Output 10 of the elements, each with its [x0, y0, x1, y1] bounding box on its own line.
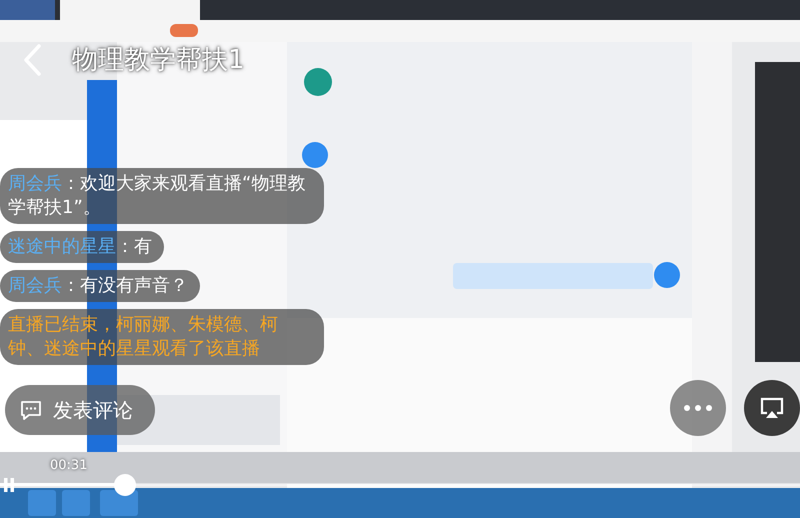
comment-icon: [19, 398, 43, 422]
more-icon: [683, 404, 713, 412]
comment-bubble: 直播已结束，柯丽娜、朱模德、柯钟、迷途中的星星观看了该直播: [0, 309, 324, 365]
comment-bubble: 周会兵：有没有声音？: [0, 270, 200, 302]
comment-button[interactable]: 发表评论: [5, 385, 155, 435]
live-title: 物理教学帮扶1: [72, 44, 245, 77]
comment-bubble: 周会兵：欢迎大家来观看直播“物理教学帮扶1”。: [0, 168, 324, 224]
elapsed-time: 00:31: [50, 458, 88, 473]
screen-cast-icon: [759, 396, 785, 420]
comment-bubble: 迷途中的星星：有: [0, 231, 164, 263]
